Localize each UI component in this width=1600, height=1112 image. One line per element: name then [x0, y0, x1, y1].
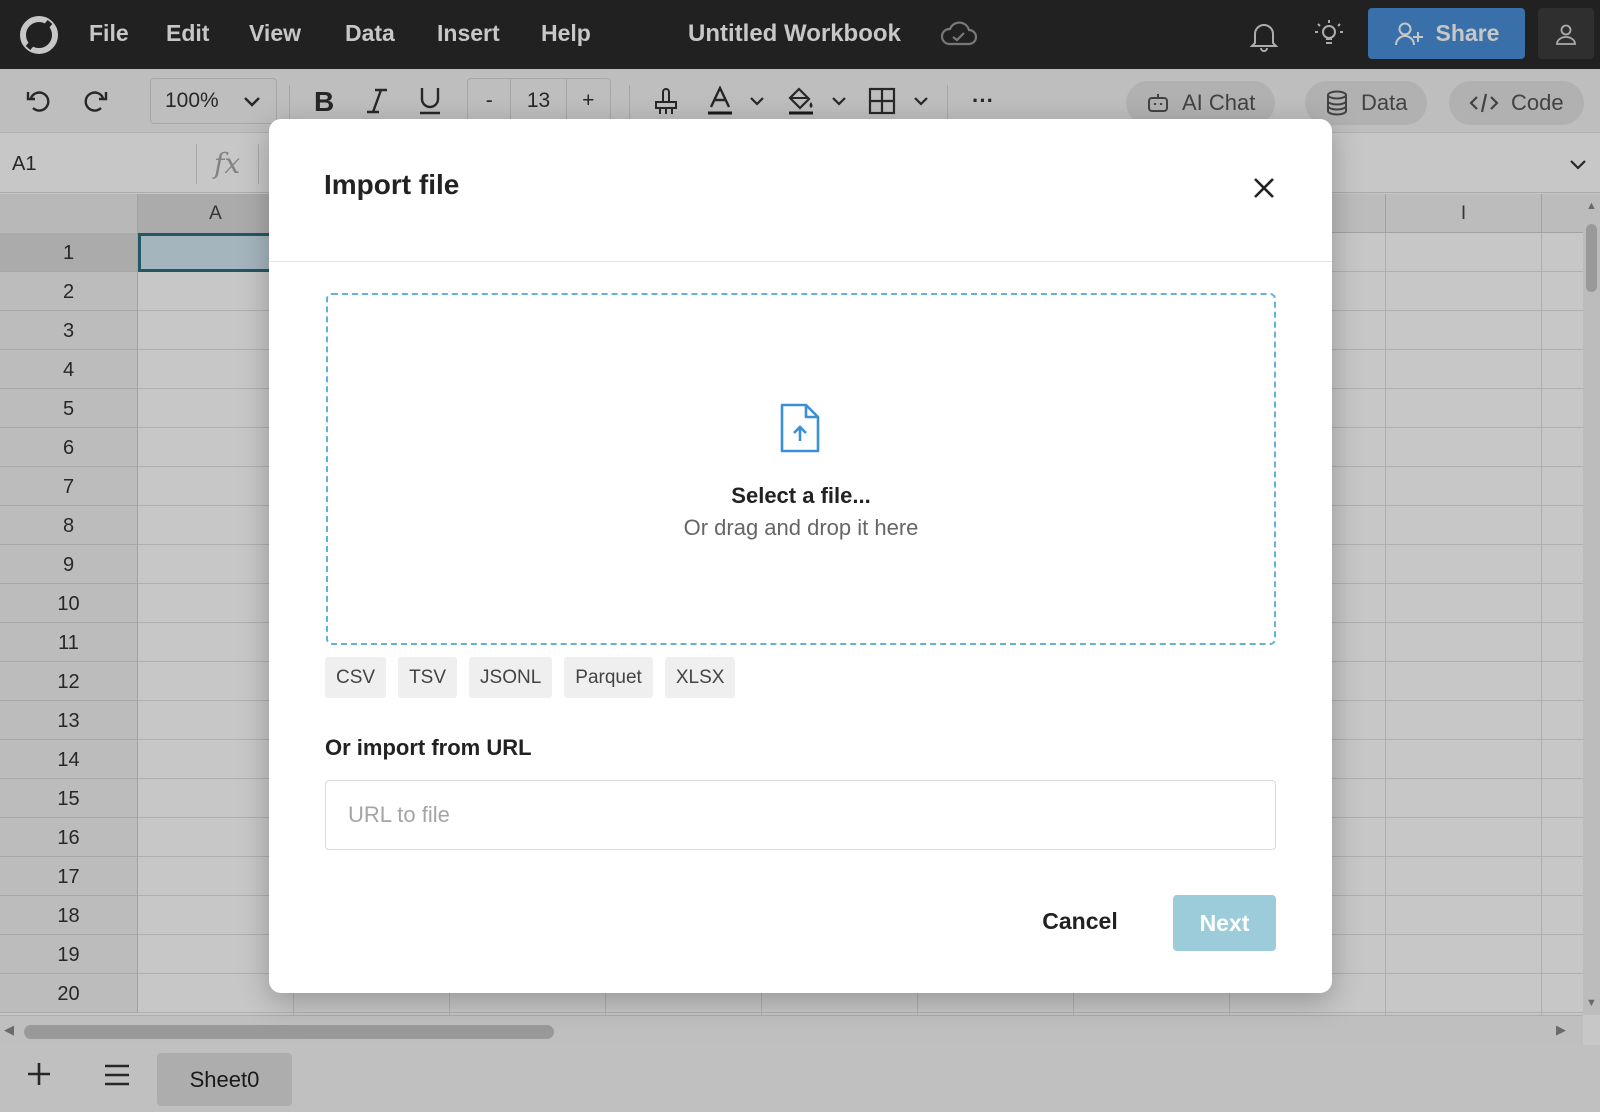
- close-button[interactable]: [1249, 173, 1279, 203]
- format-tag-xlsx: XLSX: [664, 657, 736, 698]
- select-file-link[interactable]: Select a file...: [328, 483, 1274, 509]
- import-file-dialog: Import file Select a file... Or drag and…: [269, 119, 1332, 993]
- url-input[interactable]: [325, 780, 1276, 850]
- supported-formats: CSV TSV JSONL Parquet XLSX: [325, 657, 736, 698]
- file-dropzone[interactable]: Select a file... Or drag and drop it her…: [326, 293, 1276, 645]
- format-tag-tsv: TSV: [398, 657, 458, 698]
- next-button[interactable]: Next: [1173, 895, 1276, 951]
- url-import-label: Or import from URL: [325, 735, 532, 760]
- format-tag-jsonl: JSONL: [469, 657, 553, 698]
- cancel-button[interactable]: Cancel: [1029, 893, 1131, 949]
- dialog-divider: [269, 261, 1332, 262]
- format-tag-parquet: Parquet: [564, 657, 653, 698]
- format-tag-csv: CSV: [325, 657, 387, 698]
- dropzone-hint: Or drag and drop it here: [683, 515, 919, 540]
- close-icon: [1254, 178, 1274, 198]
- dialog-title: Import file: [324, 169, 460, 200]
- file-upload-icon: [780, 403, 820, 453]
